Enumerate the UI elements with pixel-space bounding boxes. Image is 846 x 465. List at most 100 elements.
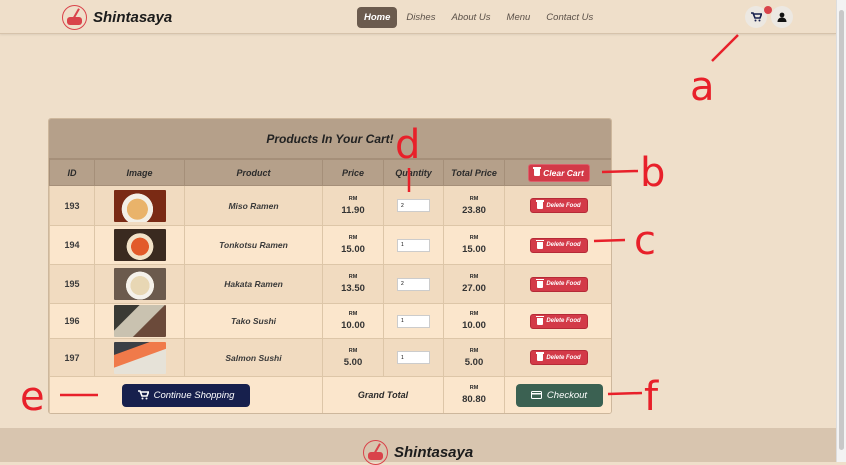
cart-title: Products In Your Cart! bbox=[49, 119, 611, 159]
food-image bbox=[113, 341, 166, 374]
col-price: Price bbox=[322, 159, 384, 186]
annotation-a: a bbox=[690, 64, 715, 110]
scrollbar-thumb[interactable] bbox=[839, 10, 844, 450]
currency-label: RM bbox=[469, 311, 479, 317]
annotation-f: f bbox=[644, 374, 659, 420]
row-total-price: 10.00 bbox=[462, 320, 486, 331]
nav-dishes[interactable]: Dishes bbox=[399, 7, 442, 28]
clear-cart-button[interactable]: Clear Cart bbox=[528, 163, 590, 182]
footer: Shintasaya bbox=[0, 428, 836, 465]
nav-menu[interactable]: Menu bbox=[500, 7, 538, 28]
annotation-c: c bbox=[634, 218, 656, 264]
currency-label: RM bbox=[469, 347, 479, 354]
cart-icon bbox=[137, 390, 149, 400]
food-image bbox=[113, 268, 166, 300]
table-row: 193 Miso Ramen RM 11.90 RM 23.80 Delete Fo… bbox=[49, 185, 611, 226]
annotation-b: b bbox=[640, 150, 665, 196]
user-button[interactable] bbox=[771, 6, 793, 28]
quantity-input[interactable] bbox=[397, 277, 430, 291]
quantity-input[interactable] bbox=[397, 314, 430, 328]
nav-contact-us[interactable]: Contact Us bbox=[539, 7, 600, 28]
summary-row: Continue Shopping Grand Total RM 80.80 Ch… bbox=[49, 376, 611, 413]
delete-food-button[interactable]: Delete Food bbox=[530, 276, 588, 292]
user-icon bbox=[777, 12, 787, 22]
currency-label: RM bbox=[348, 195, 358, 202]
col-actions: Clear Cart bbox=[504, 159, 611, 186]
cart-table: ID Image Product Price Quantity Total Pr… bbox=[49, 159, 611, 413]
delete-food-label: Delete Food bbox=[546, 242, 581, 248]
row-id: 193 bbox=[49, 185, 95, 226]
grand-total-label: Grand Total bbox=[357, 390, 409, 400]
food-image bbox=[113, 229, 166, 261]
quantity-input[interactable] bbox=[397, 238, 430, 252]
currency-label: RM bbox=[348, 274, 358, 280]
row-price: 15.00 bbox=[341, 244, 365, 255]
delete-food-label: Delete Food bbox=[546, 202, 581, 209]
currency-label: RM bbox=[469, 235, 479, 241]
scrollbar[interactable] bbox=[836, 0, 846, 462]
currency-label: RM bbox=[469, 195, 479, 202]
row-product: Salmon Sushi bbox=[184, 338, 323, 377]
checkout-button[interactable]: Checkout bbox=[515, 383, 603, 407]
currency-label: RM bbox=[469, 274, 479, 280]
row-product: Tako Sushi bbox=[184, 303, 323, 339]
footer-logo: Shintasaya bbox=[363, 440, 473, 465]
delete-food-button[interactable]: Delete Food bbox=[530, 313, 588, 329]
table-row: 195 Hakata Ramen RM 13.50 RM 27.00 Delete … bbox=[49, 264, 611, 304]
logo-icon bbox=[62, 5, 87, 30]
logo-icon bbox=[363, 440, 388, 465]
nav-home[interactable]: Home bbox=[357, 7, 398, 28]
currency-label: RM bbox=[348, 235, 358, 241]
cart-icon bbox=[750, 12, 762, 22]
navbar: Shintasaya Home Dishes About Us Menu Con… bbox=[0, 0, 836, 34]
col-product: Product bbox=[184, 159, 323, 186]
table-row: 194 Tonkotsu Ramen RM 15.00 RM 15.00 Delet… bbox=[49, 225, 611, 265]
row-id: 196 bbox=[49, 303, 95, 339]
annotation-arrow-f bbox=[607, 391, 643, 396]
quantity-input[interactable] bbox=[397, 199, 430, 213]
col-image: Image bbox=[94, 159, 185, 186]
row-price: 5.00 bbox=[343, 356, 363, 368]
row-id: 195 bbox=[49, 264, 95, 304]
continue-shopping-button[interactable]: Continue Shopping bbox=[122, 383, 250, 407]
row-product: Tonkotsu Ramen bbox=[184, 225, 323, 265]
row-total-price: 5.00 bbox=[464, 356, 484, 368]
brand-name: Shintasaya bbox=[93, 9, 173, 26]
delete-food-button[interactable]: Delete Food bbox=[530, 198, 588, 213]
trash-icon bbox=[536, 239, 545, 249]
delete-food-label: Delete Food bbox=[546, 281, 581, 287]
checkout-label: Checkout bbox=[546, 389, 588, 401]
currency-label: RM bbox=[348, 347, 358, 354]
clear-cart-label: Clear Cart bbox=[543, 167, 584, 178]
currency-label: RM bbox=[469, 385, 479, 391]
trash-icon bbox=[533, 167, 542, 176]
trash-icon bbox=[536, 278, 545, 288]
quantity-input[interactable] bbox=[397, 351, 430, 365]
delete-food-label: Delete Food bbox=[546, 354, 581, 361]
delete-food-button[interactable]: Delete Food bbox=[530, 237, 588, 253]
annotation-e: e bbox=[20, 374, 45, 420]
delete-food-button[interactable]: Delete Food bbox=[530, 350, 588, 365]
brand-logo[interactable]: Shintasaya bbox=[62, 5, 172, 30]
footer-brand-name: Shintasaya bbox=[394, 444, 474, 461]
row-total-price: 23.80 bbox=[462, 204, 486, 216]
continue-shopping-label: Continue Shopping bbox=[153, 389, 235, 401]
annotation-arrow-a bbox=[711, 34, 739, 62]
row-total-price: 27.00 bbox=[462, 283, 486, 294]
row-id: 197 bbox=[49, 338, 95, 377]
cart-panel: Products In Your Cart! ID Image Product … bbox=[48, 118, 612, 414]
trash-icon bbox=[536, 352, 545, 361]
trash-icon bbox=[536, 200, 545, 209]
row-price: 10.00 bbox=[341, 320, 365, 331]
delete-food-label: Delete Food bbox=[546, 318, 581, 324]
row-price: 13.50 bbox=[341, 283, 365, 294]
food-image bbox=[113, 305, 166, 337]
row-total-price: 15.00 bbox=[462, 244, 486, 255]
nav-menu: Home Dishes About Us Menu Contact Us bbox=[357, 7, 602, 28]
row-product: Miso Ramen bbox=[184, 185, 323, 226]
credit-card-icon bbox=[530, 391, 542, 399]
nav-about-us[interactable]: About Us bbox=[444, 7, 497, 28]
table-header: ID Image Product Price Quantity Total Pr… bbox=[49, 159, 611, 186]
grand-total-value: 80.80 bbox=[462, 394, 486, 405]
row-id: 194 bbox=[49, 225, 95, 265]
